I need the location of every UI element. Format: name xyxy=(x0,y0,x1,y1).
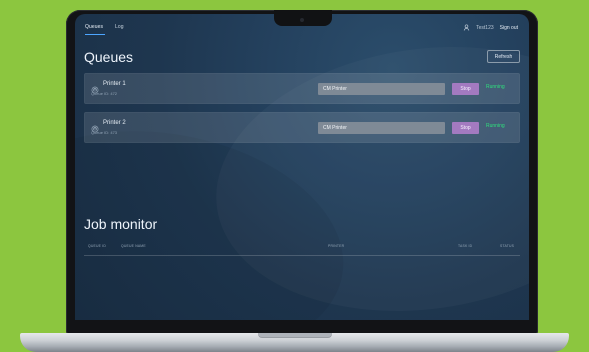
queue-card: Printer 2 Queue ID: 473 CM Printer Stop … xyxy=(84,112,520,143)
laptop-scene: Queues Log Test123 Sign out Queues Refre… xyxy=(0,0,589,352)
job-monitor-header: QUEUE ID QUEUE NAME PRINTER TASK ID STAT… xyxy=(84,244,520,256)
queue-status: Running xyxy=(486,123,505,129)
column-task-id: TASK ID xyxy=(458,244,473,248)
queue-id: Queue ID: 472 xyxy=(91,91,118,96)
tab-queues[interactable]: Queues xyxy=(85,24,103,30)
column-status: STATUS xyxy=(500,244,515,248)
sign-out-link[interactable]: Sign out xyxy=(500,25,518,31)
column-printer: PRINTER xyxy=(328,244,345,248)
queue-name: Printer 1 xyxy=(103,81,126,87)
user-icon[interactable] xyxy=(463,24,470,31)
column-queue-id: QUEUE ID xyxy=(88,244,106,248)
queue-name: Printer 2 xyxy=(103,120,126,126)
printer-select[interactable]: CM Printer xyxy=(318,83,445,95)
job-monitor-title: Job monitor xyxy=(84,216,158,232)
laptop-base-notch xyxy=(258,333,332,338)
stop-button[interactable]: Stop xyxy=(452,122,479,134)
queue-id: Queue ID: 473 xyxy=(91,130,118,135)
username-label: Test123 xyxy=(476,24,494,31)
user-menu: Test123 Sign out xyxy=(463,24,518,31)
printer-icon xyxy=(91,81,99,94)
printer-icon xyxy=(91,120,99,133)
stop-button[interactable]: Stop xyxy=(452,83,479,95)
printer-select[interactable]: CM Printer xyxy=(318,122,445,134)
active-tab-indicator xyxy=(85,34,105,35)
queue-status: Running xyxy=(486,84,505,90)
tab-log[interactable]: Log xyxy=(115,24,124,30)
app-screen: Queues Log Test123 Sign out Queues Refre… xyxy=(75,14,529,320)
column-queue-name: QUEUE NAME xyxy=(121,244,146,248)
page-title: Queues xyxy=(84,49,134,65)
queue-card: Printer 1 Queue ID: 472 CM Printer Stop … xyxy=(84,73,520,104)
camera-icon xyxy=(300,18,304,22)
refresh-button[interactable]: Refresh xyxy=(487,50,520,63)
